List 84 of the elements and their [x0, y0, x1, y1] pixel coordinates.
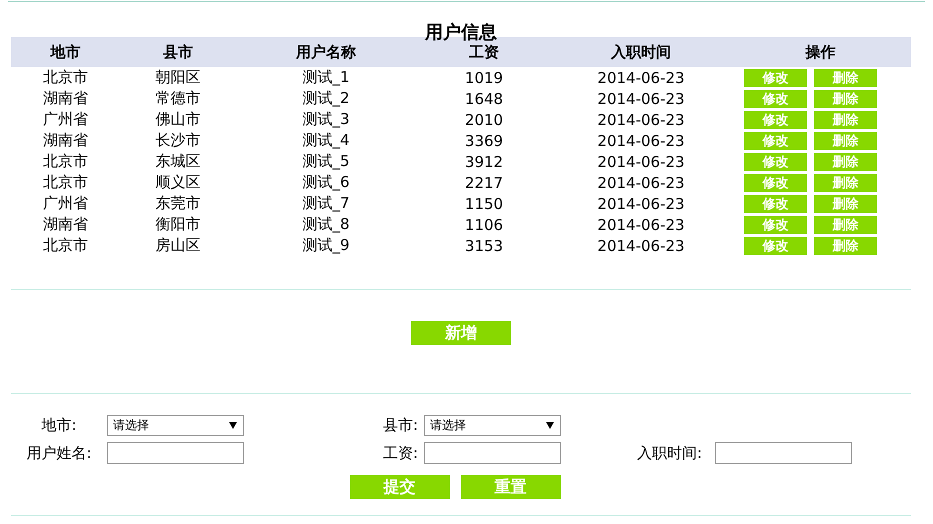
caret-icon — [229, 422, 237, 429]
table-cell: 广州省 — [43, 110, 88, 129]
table-cell: 东城区 — [156, 152, 200, 171]
table-cell: 3369 — [464, 132, 504, 150]
table-cell: 2014-06-23 — [597, 68, 685, 86]
table-cell: 2014-06-23 — [597, 194, 685, 212]
table-cell: 1648 — [464, 90, 504, 108]
edit-button[interactable]: 修改 — [744, 174, 807, 192]
delete-button[interactable]: 删除 — [814, 68, 877, 86]
table-cell: 顺义区 — [156, 173, 200, 192]
table-cell: 湖南省 — [43, 131, 88, 150]
edit-button[interactable]: 修改 — [744, 236, 807, 254]
table-cell: 2014-06-23 — [597, 90, 685, 108]
input-field[interactable] — [424, 442, 561, 464]
table-cell: 2014-06-23 — [597, 174, 685, 192]
edit-button[interactable]: 修改 — [744, 68, 807, 86]
edit-button[interactable]: 修改 — [744, 90, 807, 108]
table-cell: 3912 — [464, 152, 504, 170]
delete-button[interactable]: 删除 — [814, 216, 877, 234]
table-cell: 北京市 — [43, 68, 88, 87]
input-field[interactable] — [715, 442, 852, 464]
input-field[interactable] — [107, 442, 244, 464]
column-header: 地市 — [50, 42, 80, 62]
table-cell: 测试_1 — [302, 68, 350, 87]
table-cell: 测试_2 — [302, 89, 350, 108]
table-cell: 2014-06-23 — [597, 152, 685, 170]
table-cell: 测试_9 — [302, 236, 350, 255]
table-cell: 3153 — [464, 236, 504, 254]
table-cell: 1019 — [464, 68, 504, 86]
table-cell: 东莞市 — [156, 194, 200, 213]
reset-button[interactable]: 重置 — [460, 475, 560, 499]
table-cell: 2010 — [464, 110, 504, 128]
table-cell: 湖南省 — [43, 215, 88, 234]
table-cell: 测试_7 — [302, 194, 350, 213]
column-header: 操作 — [806, 42, 836, 62]
delete-button[interactable]: 删除 — [814, 152, 877, 170]
column-header: 工资 — [469, 42, 499, 62]
field-label: 工资: — [382, 444, 419, 462]
delete-button[interactable]: 删除 — [814, 110, 877, 128]
delete-button[interactable]: 删除 — [814, 132, 877, 150]
table-cell: 广州省 — [43, 194, 88, 213]
edit-button[interactable]: 修改 — [744, 194, 807, 212]
table-cell: 佛山市 — [156, 110, 200, 129]
submit-button[interactable]: 提交 — [350, 475, 450, 499]
table-cell: 测试_4 — [302, 131, 350, 150]
table-cell: 测试_5 — [302, 152, 350, 171]
table-cell: 2217 — [464, 174, 504, 192]
table-cell: 测试_8 — [302, 215, 350, 234]
column-header: 用户名称 — [296, 42, 356, 62]
table-cell: 2014-06-23 — [597, 236, 685, 254]
dropdown[interactable]: 请选择 — [424, 415, 561, 436]
edit-button[interactable]: 修改 — [744, 216, 807, 234]
dropdown[interactable]: 请选择 — [107, 415, 244, 436]
field-label: 县市: — [382, 416, 419, 435]
table-cell: 朝阳区 — [156, 68, 200, 87]
table-cell: 2014-06-23 — [597, 110, 685, 128]
edit-button[interactable]: 修改 — [744, 152, 807, 170]
table-cell: 2014-06-23 — [597, 216, 685, 234]
table-cell: 衡阳市 — [156, 215, 200, 234]
delete-button[interactable]: 删除 — [814, 236, 877, 254]
field-label: 地市: — [40, 416, 78, 435]
field-label: 入职时间: — [636, 444, 703, 462]
caret-icon — [546, 422, 554, 429]
table-cell: 房山区 — [156, 236, 200, 255]
table-cell: 1150 — [464, 194, 504, 212]
table-cell: 常德市 — [156, 89, 200, 108]
table-cell: 湖南省 — [43, 89, 88, 108]
table-cell: 北京市 — [43, 236, 88, 255]
field-label: 用户姓名: — [25, 444, 93, 462]
table-cell: 北京市 — [43, 173, 88, 192]
delete-button[interactable]: 删除 — [814, 90, 877, 108]
table-cell: 2014-06-23 — [597, 132, 685, 150]
table-cell: 测试_3 — [302, 110, 350, 129]
delete-button[interactable]: 删除 — [814, 174, 877, 192]
column-header: 县市 — [163, 42, 193, 62]
table-cell: 长沙市 — [156, 131, 200, 150]
edit-button[interactable]: 修改 — [744, 110, 807, 128]
add-button[interactable]: 新增 — [411, 321, 511, 345]
table-cell: 1106 — [464, 216, 504, 234]
table-cell: 测试_6 — [302, 173, 350, 192]
delete-button[interactable]: 删除 — [814, 194, 877, 212]
edit-button[interactable]: 修改 — [744, 132, 807, 150]
column-header: 入职时间 — [611, 42, 671, 62]
table-cell: 北京市 — [43, 152, 88, 171]
